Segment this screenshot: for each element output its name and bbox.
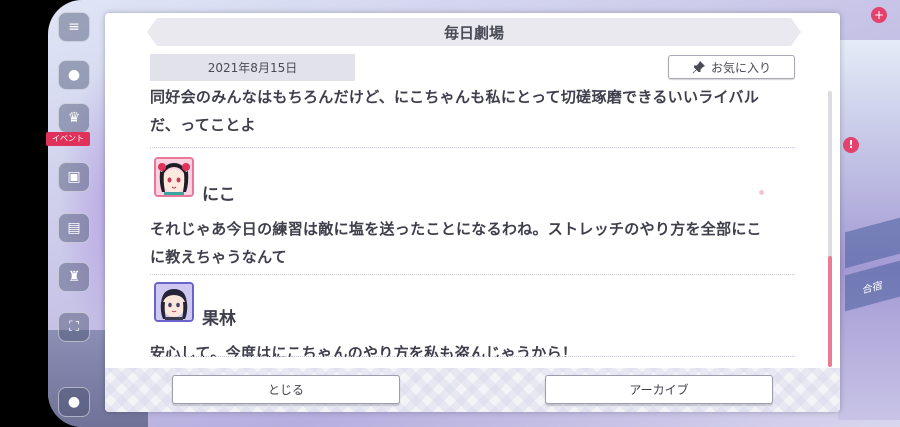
divider (150, 274, 795, 275)
dialog-title: 毎日劇場 (147, 18, 801, 46)
archive-label: アーカイブ (629, 383, 689, 397)
dialogue-text: に教えちゃうなんて (150, 248, 287, 266)
pin-icon (692, 61, 705, 74)
dialogue-text: 安心して。今度はにこちゃんのやり方を私も盗んじゃうから！ (150, 344, 578, 357)
chat-icon[interactable]: ● (58, 60, 90, 90)
fullscreen-icon[interactable]: ⛶ (58, 312, 90, 342)
dialogue-text: だ、ってことよ (150, 116, 256, 134)
profile-icon[interactable]: ● (58, 387, 90, 417)
date-label: 2021年8月15日 (150, 54, 355, 81)
speaker-name: にこ (202, 185, 236, 205)
nico-avatar (154, 157, 194, 197)
board-icon[interactable]: ▤ (58, 213, 90, 243)
gift-icon[interactable]: ▣ (58, 162, 90, 192)
sparkle-decoration (759, 190, 764, 195)
daily-theater-dialog: 毎日劇場 2021年8月15日 お気に入り 同好会のみんなはもちろんだけど、にこ… (105, 13, 840, 412)
menu-icon[interactable]: ≡ (58, 12, 90, 42)
divider (150, 356, 795, 357)
karin-avatar (154, 282, 194, 322)
dialogue-text: 同好会のみんなはもちろんだけど、にこちゃんも私にとって切磋琢磨できるいいライバル (150, 88, 760, 106)
dialogue-text: それじゃあ今日の練習は敵に塩を送ったことになるわね。ストレッチのやり方を全部にこ (150, 220, 762, 238)
event-tag[interactable]: イベント (46, 132, 90, 146)
close-button[interactable]: とじる (172, 375, 400, 404)
divider (150, 147, 795, 148)
trophy-icon[interactable]: ♜ (58, 262, 90, 292)
notification-badge[interactable]: ! (843, 137, 859, 153)
close-label: とじる (267, 383, 304, 397)
speaker-name: 果林 (202, 309, 236, 329)
add-currency-icon[interactable]: + (871, 7, 887, 23)
favorite-button[interactable]: お気に入り (668, 55, 795, 79)
crown-icon[interactable]: ♛ (58, 103, 90, 133)
training-camp-label: 合宿 (862, 279, 883, 297)
dialogue-list[interactable]: 同好会のみんなはもちろんだけど、にこちゃんも私にとって切磋琢磨できるいいライバル… (150, 85, 795, 357)
archive-button[interactable]: アーカイブ (545, 375, 773, 404)
favorite-label: お気に入り (710, 60, 771, 75)
scrollbar-thumb[interactable] (828, 256, 832, 367)
